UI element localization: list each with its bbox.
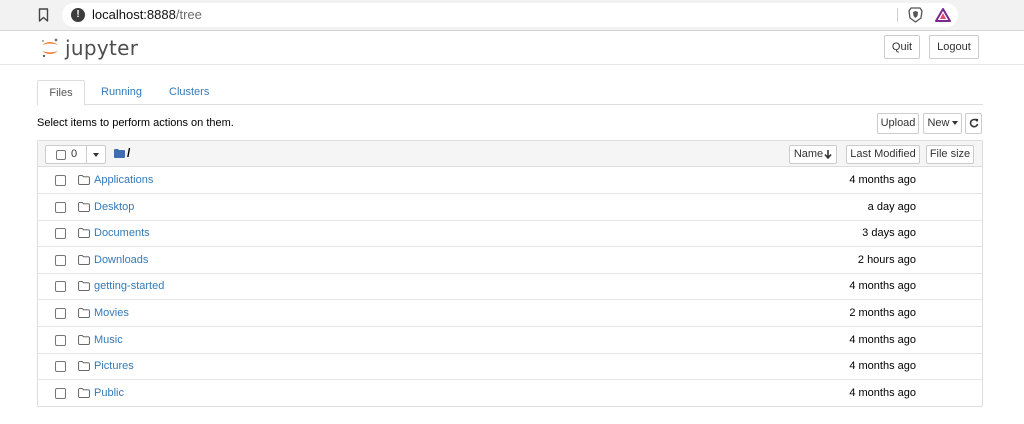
site-info-icon[interactable]: ! xyxy=(71,8,85,22)
row-checkbox[interactable] xyxy=(55,201,66,213)
row-checkbox[interactable] xyxy=(55,334,66,346)
bookmark-icon[interactable] xyxy=(38,8,49,22)
file-modified: 2 months ago xyxy=(849,307,916,319)
file-modified: 4 months ago xyxy=(849,174,916,186)
file-name-link[interactable]: Downloads xyxy=(94,254,148,266)
file-row[interactable]: Downloads 2 hours ago xyxy=(38,247,982,274)
url-path: /tree xyxy=(175,7,202,22)
tab-bar: Files Running Clusters xyxy=(37,80,983,106)
file-row[interactable]: Movies 2 months ago xyxy=(38,300,982,327)
folder-icon xyxy=(78,175,90,185)
folder-icon xyxy=(78,308,90,318)
file-row[interactable]: Pictures 4 months ago xyxy=(38,353,982,381)
file-modified: 4 months ago xyxy=(849,360,916,373)
select-all-checkbox[interactable] xyxy=(56,150,66,160)
file-row[interactable]: Applications 4 months ago xyxy=(38,167,982,194)
instructions-text: Select items to perform actions on them. xyxy=(37,117,234,129)
folder-icon xyxy=(78,334,90,345)
breadcrumb-root[interactable]: / xyxy=(127,146,130,160)
file-modified: 4 months ago xyxy=(849,280,916,293)
file-name-link[interactable]: Documents xyxy=(94,227,150,239)
address-bar[interactable]: ! localhost:8888/tree xyxy=(62,3,958,27)
url-host: localhost:8888 xyxy=(92,7,176,22)
row-checkbox[interactable] xyxy=(55,228,66,240)
jupyter-header: jupyter Quit Logout xyxy=(0,31,1024,65)
select-divider xyxy=(86,145,87,164)
arrow-down-icon xyxy=(824,149,832,159)
folder-icon xyxy=(78,387,90,398)
file-row[interactable]: Music 4 months ago xyxy=(38,327,982,354)
row-checkbox[interactable] xyxy=(55,308,66,319)
file-modified: 3 days ago xyxy=(862,227,916,240)
file-list: 0 / Name Last Modified File size Applica… xyxy=(37,140,983,407)
tab-clusters[interactable]: Clusters xyxy=(157,80,221,106)
file-row[interactable]: Desktop a day ago xyxy=(38,194,982,221)
row-checkbox[interactable] xyxy=(55,254,66,266)
folder-icon[interactable] xyxy=(114,149,125,158)
row-checkbox[interactable] xyxy=(55,281,66,293)
sort-by-name-button[interactable]: Name xyxy=(789,145,837,164)
row-checkbox[interactable] xyxy=(55,361,66,373)
jupyter-logo-icon xyxy=(42,38,58,58)
sort-name-label: Name xyxy=(793,148,824,160)
browser-toolbar: ! localhost:8888/tree xyxy=(0,0,1024,31)
folder-icon xyxy=(78,254,90,265)
file-name-link[interactable]: Pictures xyxy=(94,360,134,372)
folder-icon xyxy=(78,281,90,292)
new-button[interactable]: New xyxy=(923,113,962,134)
select-all-dropdown[interactable]: 0 xyxy=(45,145,106,164)
file-modified: 4 months ago xyxy=(849,333,916,346)
refresh-button[interactable] xyxy=(965,113,982,134)
file-name-link[interactable]: Desktop xyxy=(94,201,134,213)
sort-by-modified-button[interactable]: Last Modified xyxy=(846,145,920,164)
file-name-link[interactable]: Public xyxy=(94,387,124,399)
row-checkbox[interactable] xyxy=(55,387,66,399)
folder-icon xyxy=(78,201,90,212)
folder-icon xyxy=(78,228,90,239)
logout-button[interactable]: Logout xyxy=(929,35,979,59)
url-text[interactable]: localhost:8888/tree xyxy=(92,7,202,22)
folder-icon xyxy=(78,361,90,372)
logo-text: jupyter xyxy=(65,36,139,60)
upload-button[interactable]: Upload xyxy=(877,113,919,134)
file-list-header: 0 / Name Last Modified File size xyxy=(38,141,982,167)
file-row[interactable]: getting-started 4 months ago xyxy=(38,273,982,301)
file-name-link[interactable]: Music xyxy=(94,334,123,346)
file-name-link[interactable]: getting-started xyxy=(94,280,164,292)
tab-running[interactable]: Running xyxy=(89,80,154,106)
chevron-down-icon xyxy=(951,121,958,126)
quit-button[interactable]: Quit xyxy=(884,35,920,59)
file-name-link[interactable]: Movies xyxy=(94,307,129,319)
refresh-icon xyxy=(969,118,978,128)
sort-by-size-button[interactable]: File size xyxy=(926,145,974,164)
jupyter-logo[interactable]: jupyter xyxy=(40,35,138,61)
new-button-label: New xyxy=(927,117,950,129)
tab-files[interactable]: Files xyxy=(37,80,85,106)
chevron-down-icon[interactable] xyxy=(93,153,99,157)
file-row[interactable]: Documents 3 days ago xyxy=(38,220,982,248)
file-name-link[interactable]: Applications xyxy=(94,174,153,186)
row-checkbox[interactable] xyxy=(55,175,66,186)
file-modified: 4 months ago xyxy=(849,386,916,399)
file-modified: a day ago xyxy=(867,200,916,213)
brave-rewards-icon[interactable] xyxy=(935,8,951,22)
file-row[interactable]: Public 4 months ago xyxy=(38,380,982,407)
file-modified: 2 hours ago xyxy=(857,253,916,266)
selected-count: 0 xyxy=(71,148,78,160)
brave-shields-icon[interactable] xyxy=(908,7,923,23)
address-bar-divider xyxy=(897,8,898,22)
